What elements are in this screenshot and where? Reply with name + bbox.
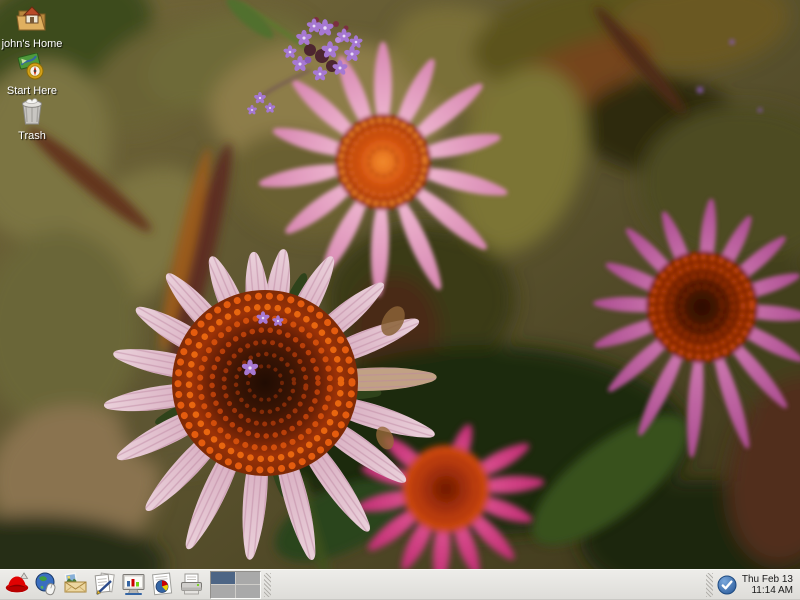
printer-button[interactable] — [178, 571, 205, 598]
start-here-icon — [15, 53, 49, 81]
clock-time: 11:14 AM — [742, 585, 793, 596]
web-browser-button[interactable] — [33, 571, 60, 598]
word-processor-icon — [91, 571, 118, 598]
printer-icon — [178, 571, 205, 598]
desktop-icon-johns-home[interactable]: john's Home — [0, 4, 64, 52]
wallpaper-image — [0, 0, 800, 600]
spreadsheet-button[interactable] — [149, 571, 176, 598]
panel-drag-handle[interactable] — [706, 573, 713, 597]
trash-icon — [16, 96, 48, 126]
workspace-3[interactable] — [211, 585, 235, 598]
panel-launchers — [0, 571, 205, 598]
spreadsheet-pie-icon — [149, 571, 176, 598]
email-icon — [62, 571, 89, 598]
presentation-button[interactable] — [120, 571, 147, 598]
panel-drag-handle[interactable] — [264, 573, 271, 597]
update-check-icon — [716, 574, 738, 596]
workspace-4[interactable] — [236, 585, 260, 598]
red-hat-icon — [4, 571, 31, 598]
presentation-icon — [120, 571, 147, 598]
desktop-icon-label: john's Home — [2, 38, 63, 50]
main-menu-button[interactable] — [4, 571, 31, 598]
desktop-icon-label: Trash — [18, 130, 46, 142]
clock-date: Thu Feb 13 — [742, 574, 793, 585]
web-browser-globe-icon — [33, 571, 60, 598]
home-folder-icon — [15, 4, 49, 34]
taskbar-panel: Thu Feb 13 11:14 AM — [0, 569, 800, 600]
email-button[interactable] — [62, 571, 89, 598]
update-notifier-icon[interactable] — [716, 574, 738, 596]
desktop-icon-start-here[interactable]: Start Here — [0, 53, 64, 99]
desktop[interactable]: john's Home Start Here Trash — [0, 0, 800, 600]
word-processor-button[interactable] — [91, 571, 118, 598]
workspace-switcher[interactable] — [210, 571, 261, 599]
clock[interactable]: Thu Feb 13 11:14 AM — [738, 574, 800, 596]
workspace-2[interactable] — [236, 572, 260, 585]
workspace-1[interactable] — [211, 572, 235, 585]
desktop-icon-trash[interactable]: Trash — [0, 96, 64, 144]
